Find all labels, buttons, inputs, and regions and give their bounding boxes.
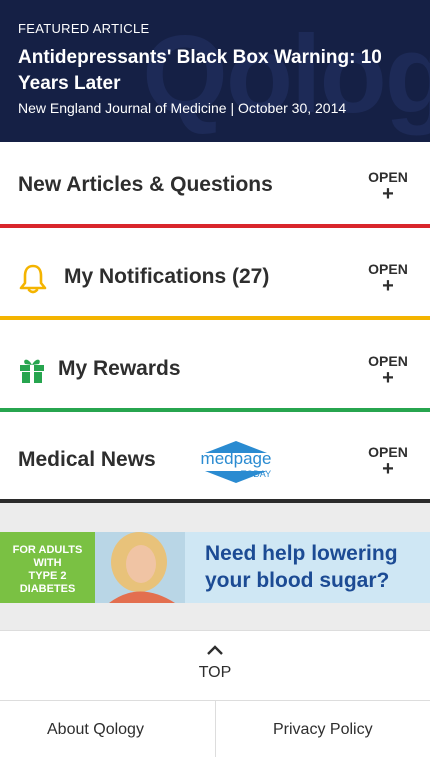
section-notifications[interactable]: My Notifications (27) OPEN +	[0, 234, 430, 320]
footer: About Qology Privacy Policy	[0, 700, 430, 757]
open-toggle[interactable]: OPEN +	[365, 445, 411, 480]
about-link[interactable]: About Qology	[47, 721, 144, 739]
footer-divider	[215, 701, 216, 757]
open-toggle[interactable]: OPEN +	[365, 170, 411, 205]
featured-article-banner[interactable]: Qolog FEATURED ARTICLE Antidepressants' …	[0, 0, 430, 142]
top-label: TOP	[198, 664, 232, 681]
plus-icon: +	[382, 275, 394, 297]
ad-photo-woman	[95, 532, 185, 603]
diabetes-ad-banner[interactable]: FOR ADULTS WITH TYPE 2 DIABETES Need hel…	[0, 532, 430, 603]
gift-icon	[20, 359, 44, 383]
open-toggle[interactable]: OPEN +	[365, 354, 411, 389]
featured-title[interactable]: Antidepressants' Black Box Warning: 10 Y…	[18, 45, 418, 97]
section-medical-news[interactable]: Medical News medpage TODAY OPEN +	[0, 417, 430, 503]
ad-badge-line: FOR ADULTS	[12, 544, 83, 556]
open-toggle[interactable]: OPEN +	[365, 262, 411, 297]
ad-area: FOR ADULTS WITH TYPE 2 DIABETES Need hel…	[0, 503, 430, 630]
section-label: My Rewards	[58, 357, 181, 380]
chevron-up-icon	[207, 645, 223, 655]
back-to-top-button[interactable]: TOP	[0, 630, 430, 701]
section-label: New Articles & Questions	[18, 173, 273, 196]
section-label: Medical News	[18, 448, 156, 471]
ad-headline: Need help lowering your blood sugar?	[205, 542, 398, 592]
plus-icon: +	[382, 367, 394, 389]
bell-icon	[19, 264, 47, 294]
plus-icon: +	[382, 458, 394, 480]
ad-badge-line: TYPE 2 DIABETES	[19, 570, 76, 595]
privacy-policy-link[interactable]: Privacy Policy	[273, 721, 373, 739]
medpage-today-logo: medpage TODAY	[201, 441, 272, 483]
ad-badge-line: WITH	[33, 557, 62, 569]
featured-meta: New England Journal of Medicine | Octobe…	[18, 100, 347, 116]
section-label: My Notifications (27)	[64, 265, 270, 288]
section-accent-bar	[0, 224, 430, 228]
svg-text:medpage: medpage	[201, 449, 272, 468]
section-new-articles[interactable]: New Articles & Questions OPEN +	[0, 142, 430, 228]
section-rewards[interactable]: My Rewards OPEN +	[0, 326, 430, 412]
svg-text:TODAY: TODAY	[241, 469, 271, 479]
plus-icon: +	[382, 183, 394, 205]
section-accent-bar	[0, 316, 430, 320]
ad-badge: FOR ADULTS WITH TYPE 2 DIABETES	[0, 532, 95, 603]
section-accent-bar	[0, 408, 430, 412]
featured-kicker: FEATURED ARTICLE	[18, 21, 150, 36]
